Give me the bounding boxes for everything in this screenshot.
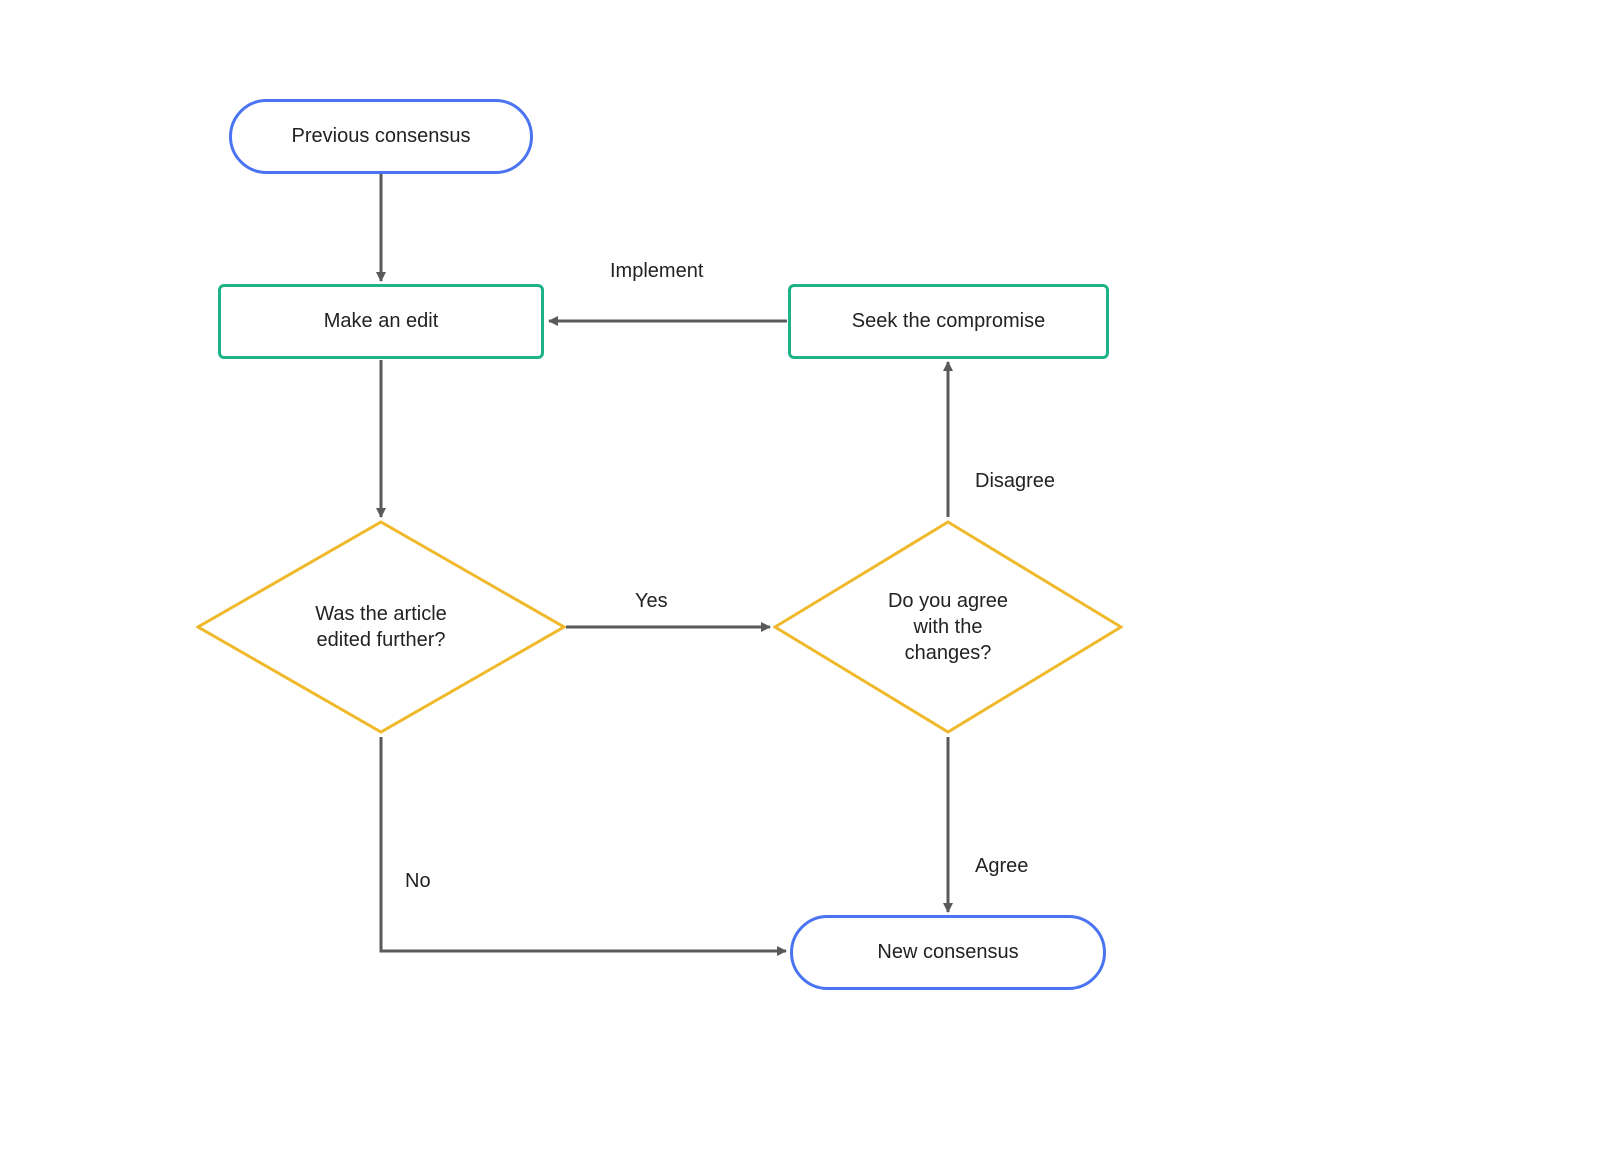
node-label: Previous consensus xyxy=(292,125,471,148)
node-was-edited: Was the article edited further? xyxy=(196,520,566,734)
flowchart-canvas: Previous consensus Make an edit Seek the… xyxy=(0,0,1624,1160)
node-label: New consensus xyxy=(877,941,1018,964)
node-label: Make an edit xyxy=(324,310,439,333)
node-new-consensus: New consensus xyxy=(790,915,1106,990)
node-label: Was the article edited further? xyxy=(245,601,517,653)
edge-label-agree: Agree xyxy=(975,855,1028,878)
node-agree-changes: Do you agree with the changes? xyxy=(773,520,1123,734)
edge-label-no: No xyxy=(405,870,431,893)
node-label: Seek the compromise xyxy=(852,310,1045,333)
node-label: Do you agree with the changes? xyxy=(818,588,1078,666)
node-make-edit: Make an edit xyxy=(218,284,544,359)
node-previous-consensus: Previous consensus xyxy=(229,99,533,174)
node-seek-compromise: Seek the compromise xyxy=(788,284,1109,359)
arrow-wasedited-no-to-newconsensus xyxy=(381,737,786,951)
edge-label-implement: Implement xyxy=(610,260,703,283)
edge-label-disagree: Disagree xyxy=(975,470,1055,493)
edge-label-yes: Yes xyxy=(635,590,668,613)
